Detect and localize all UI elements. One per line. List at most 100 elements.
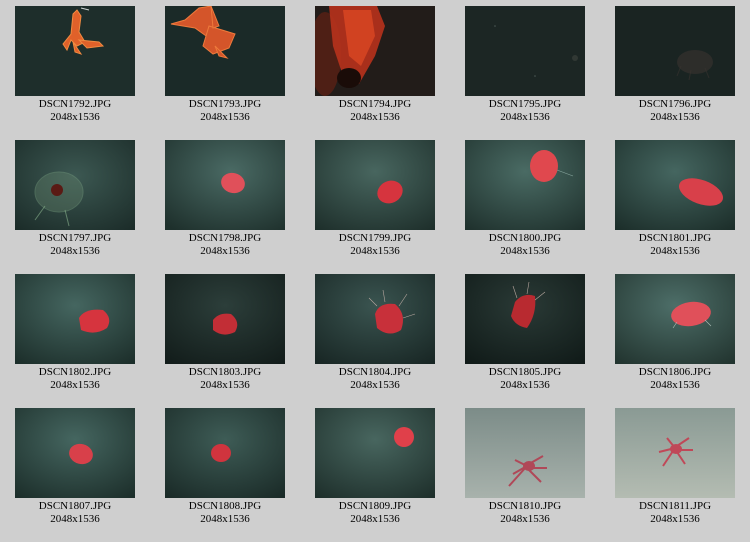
thumbnail-item[interactable]: DSCN1809.JPG 2048x1536 xyxy=(315,408,435,526)
thumbnail-dimensions: 2048x1536 xyxy=(50,245,100,257)
thumbnail-image[interactable] xyxy=(165,6,285,96)
thumbnail-item[interactable]: DSCN1799.JPG 2048x1536 xyxy=(315,140,435,258)
thumbnail-dimensions: 2048x1536 xyxy=(350,111,400,123)
thumbnail-item[interactable]: DSCN1801.JPG 2048x1536 xyxy=(615,140,735,258)
orange-shrimp-larva-icon xyxy=(165,6,285,96)
thumbnail-item[interactable]: DSCN1795.JPG 2048x1536 xyxy=(465,6,585,124)
red-jellyfish-icon xyxy=(15,408,135,498)
thumbnail-filename: DSCN1798.JPG xyxy=(188,232,262,244)
thumbnail-item[interactable]: DSCN1800.JPG 2048x1536 xyxy=(465,140,585,258)
thumbnail-image[interactable] xyxy=(465,140,585,230)
thumbnail-image[interactable] xyxy=(15,408,135,498)
thumbnail-dimensions: 2048x1536 xyxy=(500,379,550,391)
thumbnail-filename: DSCN1807.JPG xyxy=(38,500,112,512)
thumbnail-dimensions: 2048x1536 xyxy=(200,111,250,123)
thumbnail-item[interactable]: DSCN1804.JPG 2048x1536 xyxy=(315,274,435,392)
thumbnail-filename: DSCN1801.JPG xyxy=(638,232,712,244)
thumbnail-image[interactable] xyxy=(165,140,285,230)
thumbnail-filename: DSCN1794.JPG xyxy=(338,98,412,110)
thumbnail-dimensions: 2048x1536 xyxy=(500,245,550,257)
orange-shrimp-larva-icon xyxy=(15,6,135,96)
thumbnail-item[interactable]: DSCN1802.JPG 2048x1536 xyxy=(15,274,135,392)
red-jellyfish-icon xyxy=(165,274,285,364)
thumbnail-dimensions: 2048x1536 xyxy=(350,245,400,257)
thumbnail-filename: DSCN1808.JPG xyxy=(188,500,262,512)
red-crab-on-seafloor-icon xyxy=(615,408,735,498)
thumbnail-image[interactable] xyxy=(165,408,285,498)
thumbnail-dimensions: 2048x1536 xyxy=(650,111,700,123)
thumbnail-dimensions: 2048x1536 xyxy=(500,513,550,525)
thumbnail-filename: DSCN1793.JPG xyxy=(188,98,262,110)
thumbnail-dimensions: 2048x1536 xyxy=(650,379,700,391)
thumbnail-image[interactable] xyxy=(465,274,585,364)
thumbnail-image[interactable] xyxy=(615,6,735,96)
thumbnail-filename: DSCN1795.JPG xyxy=(488,98,562,110)
thumbnail-filename: DSCN1810.JPG xyxy=(488,500,562,512)
thumbnail-image[interactable] xyxy=(465,6,585,96)
thumbnail-item[interactable]: DSCN1793.JPG 2048x1536 xyxy=(165,6,285,124)
thumbnail-dimensions: 2048x1536 xyxy=(650,513,700,525)
thumbnail-filename: DSCN1800.JPG xyxy=(488,232,562,244)
thumbnail-item[interactable]: DSCN1811.JPG 2048x1536 xyxy=(615,408,735,526)
red-jellyfish-tentacles-icon xyxy=(315,274,435,364)
thumbnail-image[interactable] xyxy=(315,140,435,230)
thumbnail-dimensions: 2048x1536 xyxy=(200,513,250,525)
thumbnail-image[interactable] xyxy=(615,408,735,498)
thumbnail-dimensions: 2048x1536 xyxy=(350,513,400,525)
thumbnail-dimensions: 2048x1536 xyxy=(500,111,550,123)
thumbnail-image[interactable] xyxy=(15,6,135,96)
thumbnail-image[interactable] xyxy=(15,274,135,364)
thumbnail-filename: DSCN1796.JPG xyxy=(638,98,712,110)
thumbnail-image[interactable] xyxy=(615,140,735,230)
faint-jellyfish-icon xyxy=(615,6,735,96)
thumbnail-image[interactable] xyxy=(315,408,435,498)
red-crab-on-seafloor-icon xyxy=(465,408,585,498)
thumbnail-image[interactable] xyxy=(465,408,585,498)
thumbnail-dimensions: 2048x1536 xyxy=(200,245,250,257)
red-blurry-creature-icon xyxy=(315,6,435,96)
thumbnail-item[interactable]: DSCN1798.JPG 2048x1536 xyxy=(165,140,285,258)
thumbnail-image[interactable] xyxy=(315,6,435,96)
thumbnail-filename: DSCN1799.JPG xyxy=(338,232,412,244)
thumbnail-item[interactable]: DSCN1806.JPG 2048x1536 xyxy=(615,274,735,392)
thumbnail-item[interactable]: DSCN1808.JPG 2048x1536 xyxy=(165,408,285,526)
red-jellyfish-icon xyxy=(615,140,735,230)
thumbnail-filename: DSCN1809.JPG xyxy=(338,500,412,512)
thumbnail-image[interactable] xyxy=(165,274,285,364)
thumbnail-dimensions: 2048x1536 xyxy=(350,379,400,391)
red-jellyfish-icon xyxy=(615,274,735,364)
thumbnail-dimensions: 2048x1536 xyxy=(200,379,250,391)
thumbnail-image[interactable] xyxy=(15,140,135,230)
thumbnail-item[interactable]: DSCN1792.JPG 2048x1536 xyxy=(15,6,135,124)
thumbnail-image[interactable] xyxy=(615,274,735,364)
thumbnail-filename: DSCN1792.JPG xyxy=(38,98,112,110)
thumbnail-item[interactable]: DSCN1810.JPG 2048x1536 xyxy=(465,408,585,526)
red-jellyfish-icon xyxy=(165,408,285,498)
thumbnail-dimensions: 2048x1536 xyxy=(50,379,100,391)
thumbnail-item[interactable]: DSCN1794.JPG 2048x1536 xyxy=(315,6,435,124)
red-jellyfish-icon xyxy=(465,140,585,230)
translucent-jellyfish-icon xyxy=(15,140,135,230)
thumbnail-filename: DSCN1803.JPG xyxy=(188,366,262,378)
thumbnail-item[interactable]: DSCN1805.JPG 2048x1536 xyxy=(465,274,585,392)
thumbnail-gallery: DSCN1792.JPG 2048x1536 DSCN1793.JPG 2048… xyxy=(0,0,750,542)
thumbnail-filename: DSCN1802.JPG xyxy=(38,366,112,378)
thumbnail-item[interactable]: DSCN1803.JPG 2048x1536 xyxy=(165,274,285,392)
thumbnail-filename: DSCN1804.JPG xyxy=(338,366,412,378)
red-jellyfish-icon xyxy=(315,140,435,230)
red-jellyfish-icon xyxy=(165,140,285,230)
thumbnail-item[interactable]: DSCN1797.JPG 2048x1536 xyxy=(15,140,135,258)
thumbnail-dimensions: 2048x1536 xyxy=(50,111,100,123)
red-jellyfish-icon xyxy=(315,408,435,498)
thumbnail-dimensions: 2048x1536 xyxy=(50,513,100,525)
thumbnail-filename: DSCN1805.JPG xyxy=(488,366,562,378)
thumbnail-filename: DSCN1806.JPG xyxy=(638,366,712,378)
thumbnail-image[interactable] xyxy=(315,274,435,364)
thumbnail-filename: DSCN1797.JPG xyxy=(38,232,112,244)
red-jellyfish-icon xyxy=(15,274,135,364)
thumbnail-dimensions: 2048x1536 xyxy=(650,245,700,257)
red-jellyfish-tentacles-icon xyxy=(465,274,585,364)
thumbnail-item[interactable]: DSCN1807.JPG 2048x1536 xyxy=(15,408,135,526)
thumbnail-filename: DSCN1811.JPG xyxy=(638,500,712,512)
thumbnail-item[interactable]: DSCN1796.JPG 2048x1536 xyxy=(615,6,735,124)
